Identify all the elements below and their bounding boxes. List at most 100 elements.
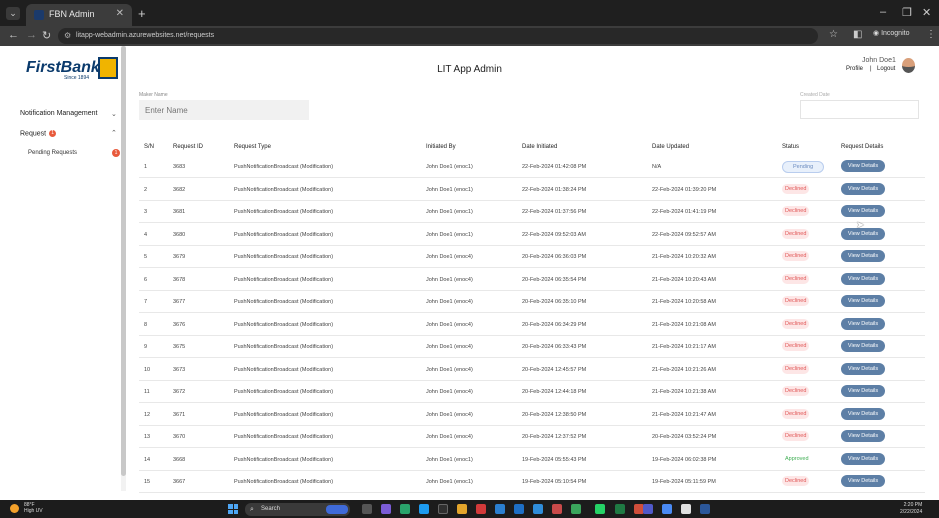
column-header-request-type: Request Type (234, 144, 271, 150)
maximize-icon[interactable]: ❐ (902, 6, 912, 19)
view-details-button[interactable]: View Details (841, 205, 885, 217)
cell-request-type: PushNotificationBroadcast (Modification) (234, 456, 334, 463)
cell-date-initiated: 20-Feb-2024 12:45:57 PM (522, 366, 587, 373)
clock-date: 2/22/2024 (900, 509, 923, 515)
view-details-button[interactable]: View Details (841, 160, 885, 172)
app-icon[interactable] (681, 504, 691, 514)
side-panel-icon[interactable]: ◧ (853, 29, 862, 40)
new-tab-icon[interactable]: + (138, 6, 146, 21)
view-details-button[interactable]: View Details (841, 295, 885, 307)
created-date-input[interactable] (800, 100, 919, 119)
status-badge: Declined (782, 476, 810, 486)
sidebar-scroll-thumb[interactable] (121, 46, 126, 476)
view-details-button[interactable]: View Details (841, 452, 885, 465)
app-icon[interactable] (400, 504, 410, 514)
view-details-button[interactable]: View Details (841, 182, 885, 195)
back-icon[interactable]: ← (8, 29, 19, 41)
url-text: litapp-webadmin.azurewebsites.net/reques… (76, 32, 215, 39)
incognito-icon: ◉ (873, 30, 882, 37)
sidebar-item-request[interactable]: Request 1 (20, 130, 57, 137)
cell-request-id: 3683 (173, 164, 186, 170)
chat-app-icon[interactable] (381, 504, 391, 514)
request-count-badge: 1 (49, 130, 57, 137)
bookmark-star-icon[interactable]: ☆ (829, 29, 838, 40)
cell-date-updated: 21-Feb-2024 10:21:26 AM (652, 366, 716, 373)
view-details-button[interactable]: View Details (841, 272, 885, 285)
view-details-button[interactable]: View Details (841, 475, 885, 487)
app-icon[interactable] (571, 504, 581, 514)
sidebar-item-notification-management[interactable]: Notification Management (20, 110, 97, 117)
view-details-button[interactable]: View Details (841, 250, 885, 262)
view-details-button[interactable]: View Details (841, 385, 885, 397)
cell-request-type: PushNotificationBroadcast (Modification) (234, 276, 334, 283)
column-header-sn: S/N (144, 144, 155, 150)
avatar[interactable] (902, 58, 915, 73)
cell-request-id: 3679 (173, 254, 186, 260)
sidebar-item-pending-requests[interactable]: Pending Requests (28, 150, 77, 156)
status-badge: Declined (782, 273, 810, 284)
cell-date-updated: 21-Feb-2024 10:20:58 AM (652, 299, 716, 305)
profile-link[interactable]: Profile (846, 66, 863, 72)
table-row: 12 3671 PushNotificationBroadcast (Modific… (139, 404, 925, 426)
cell-date-initiated: 22-Feb-2024 01:42:08 PM (522, 164, 587, 170)
status-badge: Declined (782, 228, 810, 239)
tab-title: FBN Admin (49, 9, 95, 19)
window-close-icon[interactable]: ✕ (922, 6, 931, 19)
chevron-down-icon[interactable]: ⌄ (111, 110, 117, 118)
cell-request-id: 3676 (173, 321, 186, 328)
column-header-initiated-by: Initiated By (426, 144, 456, 150)
chrome-icon[interactable] (662, 504, 672, 514)
app-icon[interactable] (552, 504, 562, 514)
app-icon[interactable] (419, 504, 429, 514)
taskbar-search[interactable]: ⌕ Search (245, 503, 350, 516)
outlook-icon[interactable] (514, 504, 524, 514)
cell-date-initiated: 19-Feb-2024 05:55:43 PM (522, 456, 587, 463)
excel-icon[interactable] (615, 504, 625, 514)
cell-request-type: PushNotificationBroadcast (Modification) (234, 186, 334, 193)
reload-icon[interactable]: ↻ (42, 29, 51, 42)
forward-icon[interactable]: → (26, 29, 37, 41)
close-icon[interactable]: ✕ (116, 8, 124, 19)
cell-date-initiated: 20-Feb-2024 06:34:29 PM (522, 321, 587, 328)
browser-menu-icon[interactable]: ⋮ (926, 29, 936, 40)
cell-initiated-by: John Doe1 (enoc4) (426, 366, 473, 373)
view-details-button[interactable]: View Details (841, 430, 885, 442)
teams-icon[interactable] (643, 504, 653, 514)
word-icon[interactable] (700, 504, 710, 514)
cell-date-updated: 20-Feb-2024 03:52:24 PM (652, 434, 717, 440)
site-info-icon[interactable]: ⚙ (64, 28, 71, 44)
edge-icon[interactable] (495, 504, 505, 514)
view-details-button[interactable]: View Details (841, 340, 885, 352)
cell-initiated-by: John Doe1 (enoc4) (426, 299, 473, 305)
incognito-indicator[interactable]: ◉ Incognito (873, 29, 909, 37)
whatsapp-icon[interactable] (595, 504, 605, 514)
weather-widget[interactable]: 88°F High UV (24, 502, 43, 514)
cell-date-updated: 22-Feb-2024 01:41:19 PM (652, 209, 717, 215)
maker-name-label: Maker Name (139, 92, 168, 98)
app-icon[interactable] (476, 504, 486, 514)
windows-start-icon[interactable] (228, 504, 238, 514)
system-clock[interactable]: 2:20 PM 2/22/2024 (900, 502, 922, 516)
view-details-button[interactable]: View Details (841, 407, 885, 420)
tab-search-icon[interactable]: ⌄ (6, 7, 20, 20)
cell-sn: 13 (144, 434, 151, 440)
logout-link[interactable]: Logout (877, 66, 895, 72)
task-view-icon[interactable] (362, 504, 372, 514)
minimize-icon[interactable]: – (880, 6, 886, 18)
file-explorer-icon[interactable] (457, 504, 467, 514)
cell-request-id: 3672 (173, 389, 186, 395)
view-details-button[interactable]: View Details (841, 317, 885, 330)
weather-sun-icon[interactable] (10, 504, 19, 513)
chevron-up-icon[interactable]: ⌃ (111, 129, 117, 137)
created-date-label: Created Date (800, 92, 830, 98)
terminal-icon[interactable] (438, 504, 448, 514)
browser-tab[interactable]: FBN Admin ✕ (26, 4, 132, 26)
address-bar[interactable]: ⚙ litapp-webadmin.azurewebsites.net/requ… (58, 28, 818, 44)
status-badge: Declined (782, 251, 810, 261)
maker-name-input[interactable] (139, 100, 309, 120)
view-details-button[interactable]: View Details (841, 362, 885, 375)
mail-icon[interactable] (533, 504, 543, 514)
cell-initiated-by: John Doe1 (enoc4) (426, 389, 473, 395)
cell-request-type: PushNotificationBroadcast (Modification) (234, 434, 334, 440)
status-badge: Declined (782, 408, 810, 419)
